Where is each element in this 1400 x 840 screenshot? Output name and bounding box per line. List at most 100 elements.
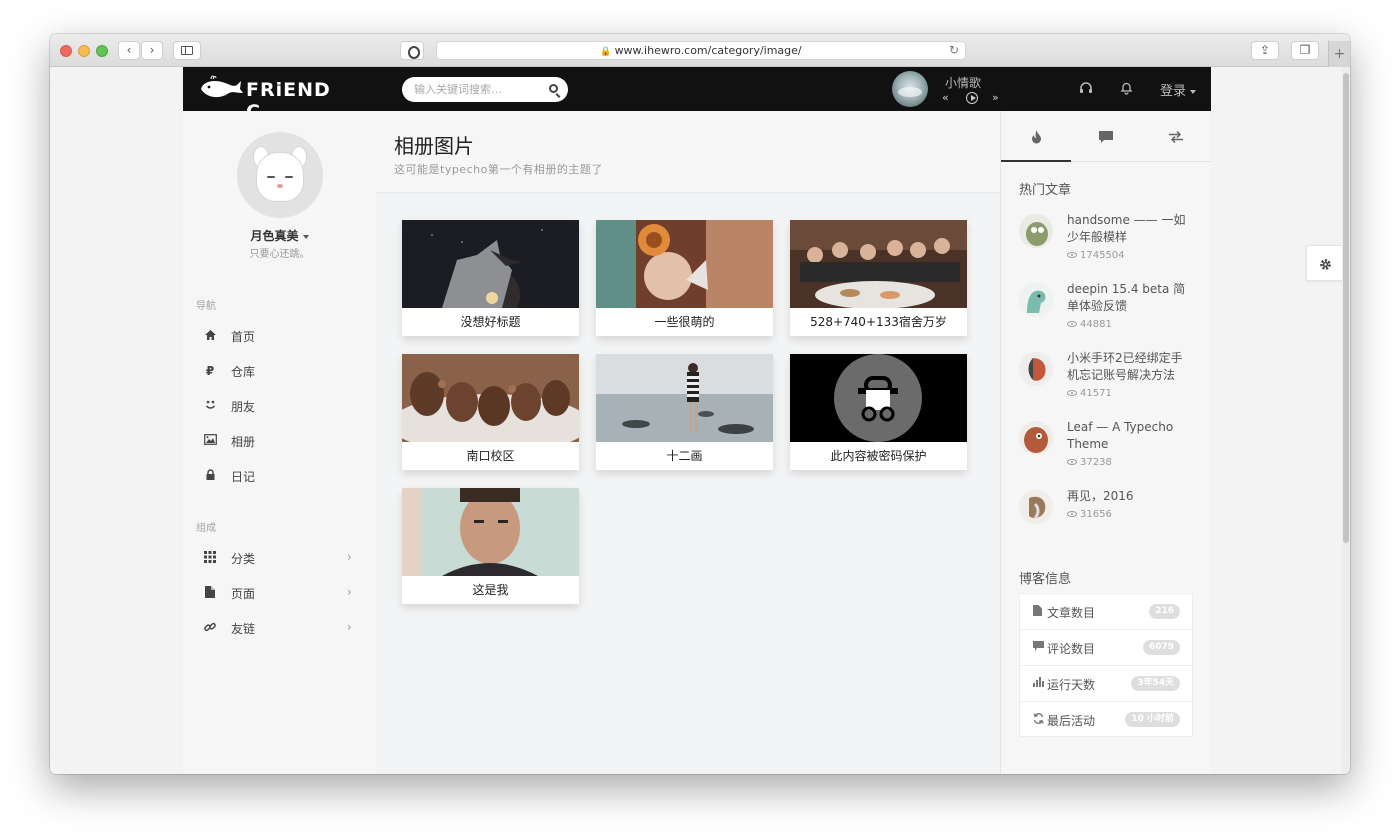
album-art[interactable]	[892, 71, 928, 107]
album-caption: 南口校区	[466, 449, 515, 463]
info-badge: 3年54天	[1131, 676, 1180, 691]
page-scrollbar[interactable]	[1342, 67, 1350, 774]
repository-icon: ₽	[205, 364, 215, 378]
tabs-overview-button[interactable]: ❐	[1291, 41, 1319, 60]
chevron-right-icon: ›	[347, 550, 352, 564]
album-caption: 一些很萌的	[654, 315, 715, 329]
post-thumbnail	[1019, 421, 1053, 455]
gear-icon	[1319, 258, 1331, 270]
settings-gear-button[interactable]	[1306, 245, 1344, 281]
search-box[interactable]	[402, 77, 568, 102]
right-sidebar: 热门文章 handsome —— 一如少年般模样 1745504 deepin …	[1000, 111, 1212, 774]
hot-post-views: 31656	[1067, 509, 1112, 520]
share-button[interactable]: ⇪	[1251, 41, 1279, 60]
avatar[interactable]	[237, 132, 323, 218]
user-name-dropdown[interactable]: 月色真美	[183, 227, 376, 244]
reload-icon[interactable]: ↻	[949, 42, 959, 59]
sidebar-toggle-button[interactable]	[173, 41, 201, 60]
forward-button[interactable]: ›	[141, 41, 163, 60]
user-motto: 只要心还跳。	[249, 249, 310, 260]
hot-post-item[interactable]: handsome —— 一如少年般模样 1745504	[1019, 212, 1194, 272]
page-viewport: FRiEND C 小情歌 « » 登录	[50, 67, 1350, 774]
album-card[interactable]: 这是我	[402, 488, 579, 604]
sidebar-item-label: 首页	[231, 330, 256, 344]
sidebar-item-friends[interactable]: 朋友	[183, 389, 376, 423]
scrollbar-thumb[interactable]	[1343, 73, 1349, 543]
refresh-icon	[1033, 713, 1044, 727]
album-thumbnail	[596, 354, 773, 442]
page-title: 相册图片	[394, 134, 474, 158]
info-label: 文章数目	[1047, 606, 1096, 620]
minimize-window-button[interactable]	[78, 45, 90, 57]
sidebar-item-pages[interactable]: 页面 ›	[183, 576, 376, 610]
back-button[interactable]: ‹	[118, 41, 140, 60]
new-tab-button[interactable]: +	[1328, 41, 1350, 67]
address-url: www.ihewro.com/category/image/	[614, 44, 802, 57]
sidebar-item-links[interactable]: 友链 ›	[183, 611, 376, 645]
album-card[interactable]: 没想好标题	[402, 220, 579, 336]
hot-post-title: 再见，2016	[1067, 489, 1134, 503]
hot-post-item[interactable]: deepin 15.4 beta 简单体验反馈 44881	[1019, 281, 1194, 341]
avatar-nose	[277, 184, 283, 188]
blog-info-heading: 博客信息	[1019, 572, 1072, 587]
album-card[interactable]: 十二画	[596, 354, 773, 470]
album-card[interactable]: 一些很萌的	[596, 220, 773, 336]
page-subtitle: 这可能是typecho第一个有相册的主题了	[394, 163, 603, 176]
close-window-button[interactable]	[60, 45, 72, 57]
info-label: 运行天数	[1047, 678, 1096, 692]
eye-icon	[1067, 459, 1077, 465]
address-bar[interactable]: 🔒 www.ihewro.com/category/image/ ↻	[436, 41, 966, 60]
chevron-right-icon: ›	[347, 620, 352, 634]
sidebar-item-diary[interactable]: 日记	[183, 459, 376, 493]
album-card[interactable]: 528+740+133宿舍万岁	[790, 220, 967, 336]
tab-comments[interactable]	[1071, 111, 1141, 162]
right-sidebar-tabs	[1001, 111, 1212, 162]
info-badge: 6079	[1142, 640, 1180, 655]
fire-icon	[1031, 129, 1041, 143]
album-thumbnail	[402, 354, 579, 442]
next-track-icon[interactable]: »	[992, 91, 999, 105]
previous-track-icon[interactable]: «	[942, 91, 949, 105]
search-icon[interactable]	[549, 84, 558, 93]
tab-random[interactable]	[1141, 111, 1211, 162]
hot-post-title: Leaf — A Typecho Theme	[1067, 420, 1174, 451]
image-icon	[203, 434, 217, 448]
browser-toolbar: ‹ › 🔒 www.ihewro.com/category/image/ ↻ ⇪ …	[50, 34, 1350, 67]
whale-logo-icon	[201, 75, 243, 98]
album-caption: 十二画	[666, 449, 703, 463]
login-dropdown[interactable]: 登录	[1160, 80, 1197, 99]
hot-post-title: 小米手环2已经绑定手机忘记账号解决方法	[1067, 351, 1183, 382]
hot-post-views: 41571	[1067, 388, 1112, 399]
bell-icon[interactable]	[1120, 81, 1133, 99]
compose-section-label: 组成	[196, 523, 216, 534]
avatar-eye-left	[267, 176, 275, 178]
zoom-window-button[interactable]	[96, 45, 108, 57]
reader-button[interactable]	[400, 41, 424, 60]
hot-post-item[interactable]: Leaf — A Typecho Theme 37238	[1019, 419, 1194, 479]
login-label: 登录	[1160, 84, 1187, 99]
blog-info-list: 文章数目 216 评论数目 6079 运行天数 3年54天 最后活动 10 小时…	[1019, 593, 1193, 737]
grid-icon	[203, 551, 217, 565]
sidebar-item-categories[interactable]: 分类 ›	[183, 541, 376, 575]
post-thumbnail	[1019, 352, 1053, 386]
exchange-icon	[1169, 130, 1183, 143]
hot-post-item[interactable]: 小米手环2已经绑定手机忘记账号解决方法 41571	[1019, 350, 1194, 410]
sidebar-item-home[interactable]: 首页	[183, 319, 376, 353]
link-icon	[203, 621, 217, 635]
play-icon[interactable]	[966, 92, 978, 104]
site-logo[interactable]: FRiEND C	[199, 75, 339, 123]
eye-icon	[1067, 321, 1077, 327]
album-caption: 此内容被密码保护	[830, 449, 927, 463]
search-input[interactable]	[414, 81, 540, 98]
tab-hot[interactable]	[1001, 111, 1071, 162]
chevron-down-icon	[1190, 89, 1197, 94]
hot-post-item[interactable]: 再见，2016 31656	[1019, 488, 1194, 548]
sidebar-item-album[interactable]: 相册	[183, 424, 376, 458]
album-card[interactable]: 此内容被密码保护	[790, 354, 967, 470]
hot-post-views: 1745504	[1067, 250, 1125, 261]
album-card[interactable]: 南口校区	[402, 354, 579, 470]
headphones-icon[interactable]	[1079, 81, 1093, 99]
sidebar-item-repository[interactable]: ₽ 仓库	[183, 354, 376, 388]
sidebar-item-label: 朋友	[231, 400, 256, 414]
page: FRiEND C 小情歌 « » 登录	[183, 67, 1212, 774]
